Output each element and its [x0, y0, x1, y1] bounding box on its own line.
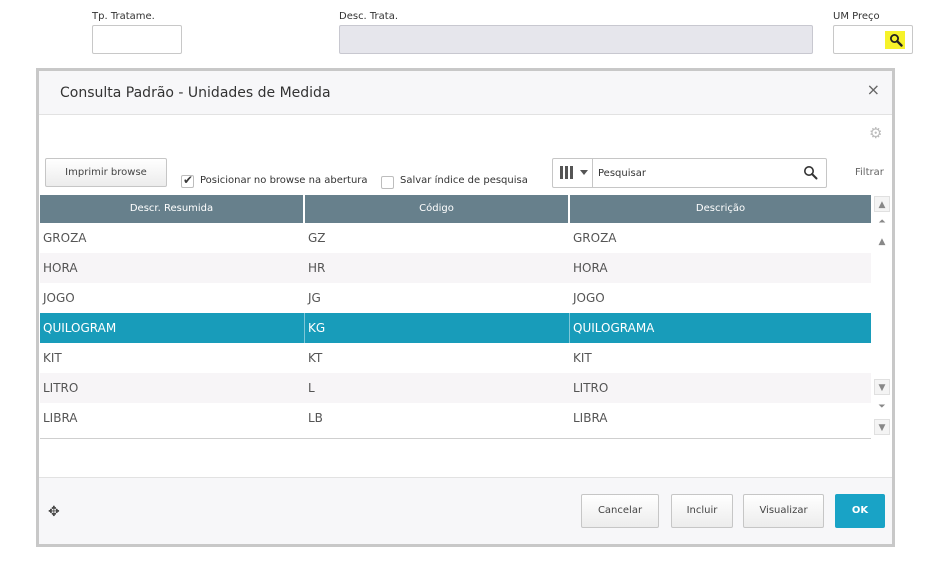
search-box [552, 158, 827, 188]
cell-descr: QUILOGRAM [40, 313, 305, 343]
table-row[interactable]: KIT KT KIT [40, 343, 871, 373]
dialog-title: Consulta Padrão - Unidades de Medida [60, 85, 331, 101]
position-checkbox[interactable]: ✔ [181, 173, 194, 188]
cell-description: LIBRA [573, 411, 608, 425]
cell-code: LB [308, 411, 323, 425]
desc-trata-field [339, 25, 813, 54]
move-icon[interactable]: ✥ [48, 504, 60, 520]
cell-descr: LIBRA [43, 411, 78, 425]
table-row[interactable]: QUILOGRAM KG QUILOGRAMA [40, 313, 871, 343]
lookup-button[interactable] [885, 31, 905, 49]
um-preco-label: UM Preço [833, 11, 880, 22]
tp-tratame-label: Tp. Tratame. [92, 11, 155, 22]
cell-description: HORA [573, 261, 608, 275]
cell-code: JG [308, 291, 321, 305]
close-icon[interactable]: × [867, 82, 880, 98]
scroll-bottom-button[interactable]: ▼ [874, 419, 890, 435]
cell-code: KG [305, 313, 570, 343]
magnifier-icon [890, 34, 903, 47]
lookup-dialog: Consulta Padrão - Unidades de Medida × ⚙… [36, 68, 895, 547]
cell-descr: JOGO [43, 291, 75, 305]
cell-descr: HORA [43, 261, 78, 275]
check-icon: ✔ [183, 173, 194, 187]
position-checkbox-label: Posicionar no browse na abertura [200, 175, 368, 186]
table-row[interactable]: HORA HR HORA [40, 253, 871, 283]
scroll-page-up-button[interactable]: ⏶ [874, 214, 890, 230]
save-index-checkbox[interactable] [381, 176, 394, 189]
scroll-page-down-button[interactable]: ⏷ [874, 399, 890, 415]
cell-description: KIT [573, 351, 592, 365]
cell-description: LITRO [573, 381, 609, 395]
search-input[interactable] [598, 165, 798, 181]
tp-tratame-field[interactable] [92, 25, 182, 54]
column-header-descr[interactable]: Descr. Resumida [40, 195, 305, 223]
column-selector[interactable] [553, 159, 593, 187]
scroll-up-button[interactable]: ▲ [874, 234, 890, 250]
dialog-footer: ✥ Cancelar Incluir Visualizar OK [39, 477, 892, 544]
search-icon[interactable] [803, 165, 818, 180]
scroll-top-button[interactable]: ▲ [874, 196, 890, 212]
ok-button[interactable]: OK [835, 494, 885, 528]
cell-code: GZ [308, 231, 326, 245]
cell-description: JOGO [573, 291, 605, 305]
save-index-checkbox-label: Salvar índice de pesquisa [400, 175, 528, 186]
include-button[interactable]: Incluir [671, 494, 733, 528]
grid-header: Descr. Resumida Código Descrição [40, 195, 871, 223]
cell-descr: GROZA [43, 231, 87, 245]
table-row[interactable]: GROZA GZ GROZA [40, 223, 871, 253]
chevron-down-icon [580, 170, 588, 175]
cancel-button[interactable]: Cancelar [581, 494, 659, 528]
cell-description: QUILOGRAMA [573, 321, 655, 335]
columns-icon [560, 166, 574, 179]
table-row[interactable]: LITRO L LITRO [40, 373, 871, 403]
desc-trata-label: Desc. Trata. [339, 11, 399, 22]
view-button[interactable]: Visualizar [743, 494, 824, 528]
print-browse-button[interactable]: Imprimir browse [45, 158, 167, 187]
scroll-down-button[interactable]: ▼ [874, 379, 890, 395]
column-header-code[interactable]: Código [305, 195, 570, 223]
cell-descr: LITRO [43, 381, 79, 395]
cell-code: HR [308, 261, 326, 275]
cell-code: KT [308, 351, 323, 365]
gear-icon[interactable]: ⚙ [869, 124, 882, 142]
results-grid: Descr. Resumida Código Descrição GROZA GZ… [40, 195, 871, 439]
table-row[interactable]: LIBRA LB LIBRA [40, 403, 871, 433]
cell-description: GROZA [573, 231, 617, 245]
cell-descr: KIT [43, 351, 62, 365]
cell-code: L [308, 381, 315, 395]
dialog-header: Consulta Padrão - Unidades de Medida × [39, 71, 892, 115]
table-row[interactable]: JOGO JG JOGO [40, 283, 871, 313]
filter-link[interactable]: Filtrar [855, 167, 884, 178]
column-header-description[interactable]: Descrição [570, 195, 871, 223]
